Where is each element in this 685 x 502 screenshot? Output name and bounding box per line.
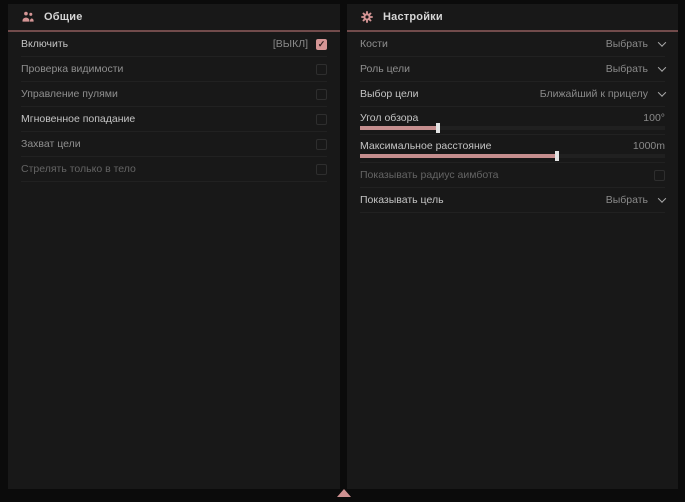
setting-label: Угол обзора <box>360 112 418 124</box>
settings-panel-header: Настройки <box>347 4 678 30</box>
setting-row-захват-цели[interactable]: Захват цели <box>21 132 327 157</box>
checkbox-control: [ВЫКЛ] ✓ <box>273 38 327 50</box>
setting-label: Кости <box>360 38 388 50</box>
slider-row-top: Максимальное расстояние 1000m <box>360 140 665 152</box>
chevron-down-icon <box>658 38 666 46</box>
dropdown[interactable]: Выбрать <box>606 194 665 206</box>
setting-row-управление-пулями[interactable]: Управление пулями <box>21 82 327 107</box>
chevron-down-icon <box>658 88 666 96</box>
setting-row-роль-цели[interactable]: Роль цели Выбрать <box>360 57 665 82</box>
setting-label: Стрелять только в тело <box>21 163 136 175</box>
cursor-triangle-icon <box>337 489 351 497</box>
checkbox[interactable]: ✓ <box>316 39 327 50</box>
checkbox-control <box>316 164 327 175</box>
checkbox-control <box>316 114 327 125</box>
checkbox[interactable] <box>654 170 665 181</box>
slider-value: 1000m <box>633 140 665 152</box>
general-panel: Общие Включить [ВЫКЛ] ✓ Проверка видимости У… <box>8 4 340 489</box>
checkbox-control <box>316 64 327 75</box>
slider-value: 100° <box>643 112 665 124</box>
dropdown[interactable]: Ближайший к прицелу <box>540 88 665 100</box>
checkbox[interactable] <box>316 64 327 75</box>
checkbox-control <box>654 170 665 181</box>
general-panel-header: Общие <box>8 4 340 30</box>
checkbox[interactable] <box>316 164 327 175</box>
checkbox[interactable] <box>316 89 327 100</box>
dropdown-value: Выбрать <box>606 63 648 75</box>
chevron-down-icon <box>658 63 666 71</box>
people-icon <box>21 10 35 24</box>
setting-row-угол-обзора[interactable]: Угол обзора 100° <box>360 107 665 135</box>
slider-fill <box>360 126 438 130</box>
setting-row-выбор-цели[interactable]: Выбор цели Ближайший к прицелу <box>360 82 665 107</box>
setting-row-мгновенное-попадание[interactable]: Мгновенное попадание <box>21 107 327 132</box>
setting-row-включить[interactable]: Включить [ВЫКЛ] ✓ <box>21 32 327 57</box>
setting-label: Управление пулями <box>21 88 118 100</box>
checkbox-control <box>316 139 327 150</box>
settings-panel: Настройки Кости Выбрать Роль цели Выбрать Вы… <box>347 4 678 489</box>
checkbox-control <box>316 89 327 100</box>
dropdown-value: Ближайший к прицелу <box>540 88 648 100</box>
panel-title: Настройки <box>383 11 443 23</box>
gear-icon <box>360 10 374 24</box>
setting-label: Выбор цели <box>360 88 419 100</box>
checkbox[interactable] <box>316 114 327 125</box>
setting-label: Проверка видимости <box>21 63 123 75</box>
slider-handle[interactable] <box>555 151 559 161</box>
setting-label: Максимальное расстояние <box>360 140 491 152</box>
dropdown-value: Выбрать <box>606 194 648 206</box>
setting-label: Показывать цель <box>360 194 444 206</box>
setting-label: Захват цели <box>21 138 81 150</box>
setting-row-проверка-видимости[interactable]: Проверка видимости <box>21 57 327 82</box>
setting-label: Роль цели <box>360 63 410 75</box>
dropdown[interactable]: Выбрать <box>606 63 665 75</box>
slider-track[interactable] <box>360 126 665 130</box>
panel-title: Общие <box>44 11 83 23</box>
setting-row-максимальное-расстояние[interactable]: Максимальное расстояние 1000m <box>360 135 665 163</box>
setting-label: Включить <box>21 38 68 50</box>
dropdown-value: Выбрать <box>606 38 648 50</box>
chevron-down-icon <box>658 194 666 202</box>
slider-fill <box>360 154 557 158</box>
dropdown[interactable]: Выбрать <box>606 38 665 50</box>
slider-track[interactable] <box>360 154 665 158</box>
setting-label: Мгновенное попадание <box>21 113 135 125</box>
hotkey-tag: [ВЫКЛ] <box>273 38 308 50</box>
setting-row-стрелять-только-в-тело[interactable]: Стрелять только в тело <box>21 157 327 182</box>
setting-row-показывать-радиус-аимбота[interactable]: Показывать радиус аимбота <box>360 163 665 188</box>
checkbox[interactable] <box>316 139 327 150</box>
slider-row-top: Угол обзора 100° <box>360 112 665 124</box>
setting-row-показывать-цель[interactable]: Показывать цель Выбрать <box>360 188 665 213</box>
checkmark-icon: ✓ <box>318 40 326 49</box>
setting-label: Показывать радиус аимбота <box>360 169 499 181</box>
slider-handle[interactable] <box>436 123 440 133</box>
setting-row-кости[interactable]: Кости Выбрать <box>360 32 665 57</box>
